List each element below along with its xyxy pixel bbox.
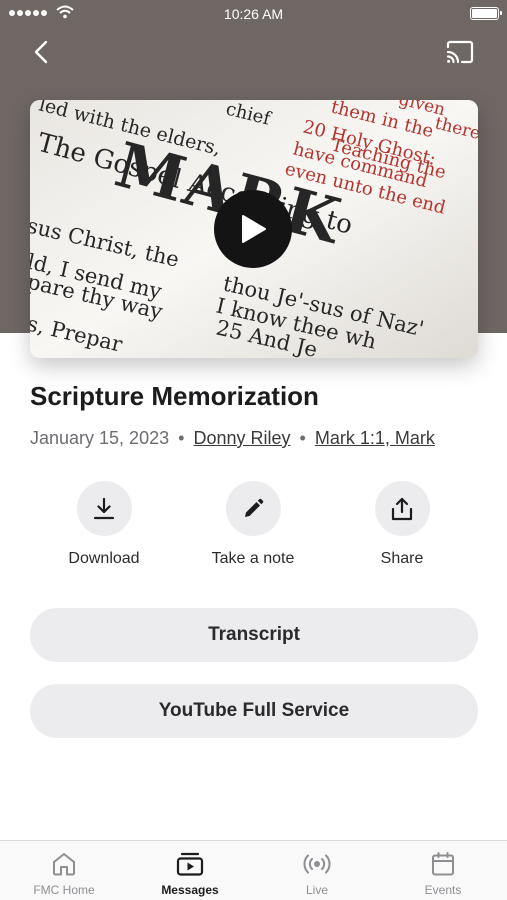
tab-events[interactable]: Events bbox=[393, 849, 493, 897]
take-note-button[interactable]: Take a note bbox=[178, 481, 328, 568]
back-button[interactable] bbox=[28, 38, 54, 66]
tab-bar: FMC Home Messages Live Events bbox=[0, 840, 507, 900]
live-broadcast-icon bbox=[303, 854, 331, 874]
tab-fmc-home[interactable]: FMC Home bbox=[14, 849, 114, 897]
share-label: Share bbox=[380, 550, 424, 567]
share-button[interactable]: Share bbox=[327, 481, 477, 568]
meta-separator: • bbox=[178, 428, 185, 448]
take-note-circle[interactable] bbox=[225, 481, 281, 536]
download-icon bbox=[93, 497, 115, 519]
meta-separator: • bbox=[299, 428, 306, 448]
messages-icon bbox=[176, 852, 204, 876]
play-icon bbox=[242, 215, 266, 243]
home-icon bbox=[53, 853, 75, 876]
status-time: 10:26 AM bbox=[223, 6, 284, 22]
play-button[interactable] bbox=[214, 190, 292, 268]
download-button[interactable]: Download bbox=[29, 481, 179, 568]
youtube-full-service-button[interactable]: YouTube Full Service bbox=[30, 684, 478, 738]
tab-live[interactable]: Live bbox=[267, 849, 367, 897]
pencil-icon bbox=[245, 498, 264, 517]
tab-label: Live bbox=[305, 883, 328, 897]
message-date: January 15, 2023 bbox=[30, 428, 170, 448]
message-title: Scripture Memorization bbox=[30, 381, 319, 411]
take-note-label: Take a note bbox=[211, 550, 295, 567]
download-circle[interactable] bbox=[76, 481, 132, 536]
status-bar: 10:26 AM bbox=[0, 0, 507, 28]
tab-label: Events bbox=[424, 883, 462, 897]
transcript-button[interactable]: Transcript bbox=[30, 608, 478, 662]
cast-icon bbox=[446, 40, 474, 64]
download-label: Download bbox=[68, 550, 140, 567]
scripture-link[interactable]: Mark 1:1, Mark bbox=[315, 428, 435, 448]
share-icon bbox=[391, 497, 413, 520]
cast-button[interactable] bbox=[444, 38, 476, 66]
speaker-link[interactable]: Donny Riley bbox=[193, 428, 290, 448]
tab-messages[interactable]: Messages bbox=[140, 849, 240, 897]
calendar-icon bbox=[432, 852, 454, 876]
tab-label: Messages bbox=[161, 883, 219, 897]
share-circle[interactable] bbox=[374, 481, 430, 536]
chevron-left-icon bbox=[34, 40, 48, 64]
message-meta: January 15, 2023 • Donny Riley • Mark 1:… bbox=[30, 428, 435, 449]
sermon-video-thumbnail[interactable]: led with the elders, chief The Gospel Ac… bbox=[30, 100, 478, 358]
battery-icon bbox=[470, 7, 502, 20]
tab-label: FMC Home bbox=[33, 883, 95, 897]
